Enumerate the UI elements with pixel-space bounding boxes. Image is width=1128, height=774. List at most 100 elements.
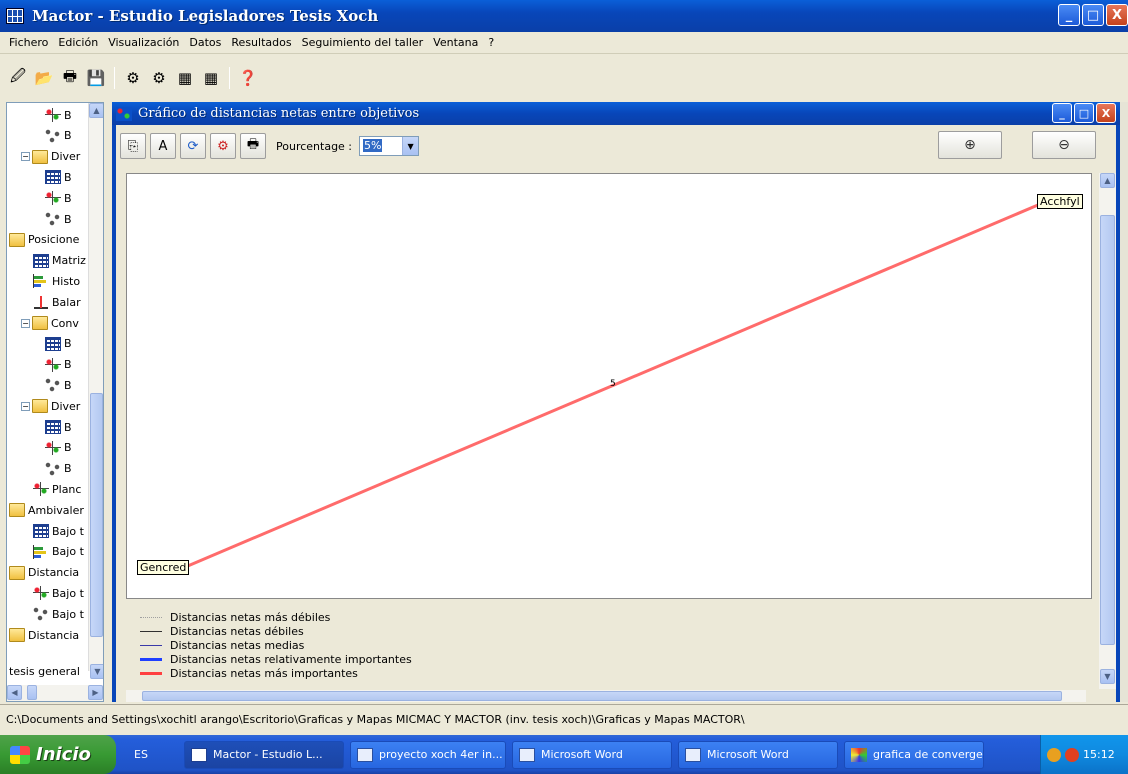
main-vertical-scrollbar[interactable] [1120, 102, 1128, 702]
tree-item[interactable]: − Diver [21, 147, 80, 167]
tree-item[interactable]: B [45, 375, 72, 395]
print-icon[interactable]: 🖶 [60, 67, 80, 88]
child-maximize-button[interactable]: □ [1074, 103, 1094, 123]
chart-vertical-scrollbar[interactable]: ▲ ▼ [1099, 173, 1116, 689]
taskbar-button[interactable]: proyecto xoch 4er in... [350, 740, 506, 769]
close-button[interactable]: X [1106, 4, 1128, 26]
maximize-button[interactable]: □ [1082, 4, 1104, 26]
open-icon[interactable]: 🖉 [8, 67, 28, 88]
tree-item[interactable]: B [45, 334, 72, 354]
scroll-up-button[interactable]: ▲ [89, 103, 103, 118]
taskbar-button[interactable]: Mactor - Estudio L... [184, 740, 344, 769]
tree-item[interactable]: B [45, 438, 72, 458]
tree-hscroll-thumb[interactable] [27, 685, 37, 700]
menu-visualizacion[interactable]: Visualización [103, 36, 184, 49]
menu-ventana[interactable]: Ventana [428, 36, 483, 49]
tree-item[interactable]: B [45, 188, 72, 208]
folder-icon[interactable]: 📂 [34, 68, 54, 88]
menu-help[interactable]: ? [483, 36, 499, 49]
objectives-icon[interactable]: ⚙ [149, 68, 169, 88]
tree-item[interactable]: Bajo t [33, 542, 84, 562]
tree-vertical-scrollbar[interactable]: ▲ [88, 103, 103, 671]
window-titlebar[interactable]: Mactor - Estudio Legisladores Tesis Xoch… [0, 0, 1128, 32]
tree-item[interactable]: − Diver [21, 396, 80, 416]
word-icon [685, 747, 701, 762]
tree-item[interactable]: Histo [33, 271, 80, 291]
project-tree[interactable]: B B − Diver B B B Posicione Matriz Histo Balar − Con… [6, 102, 104, 702]
tree-item[interactable]: Bajo t [33, 604, 84, 624]
legend-label: Distancias netas débiles [170, 625, 304, 638]
copy-icon[interactable]: ⎘ [120, 133, 146, 159]
chart-vscroll-thumb[interactable] [1100, 215, 1115, 645]
tree-item[interactable]: B [45, 105, 72, 125]
child-close-button[interactable]: X [1096, 103, 1116, 123]
tree-item[interactable]: B [45, 459, 72, 479]
minimize-button[interactable]: _ [1058, 4, 1080, 26]
tray-arrow-icon[interactable] [1047, 747, 1061, 762]
tree-horizontal-scrollbar[interactable]: ◀ ▶ [7, 685, 103, 701]
menu-seguimiento[interactable]: Seguimiento del taller [297, 36, 429, 49]
font-icon[interactable]: A [150, 133, 176, 159]
tray-app-icon[interactable] [1065, 747, 1079, 762]
node-label[interactable]: Gencred [137, 560, 190, 575]
menu-resultados[interactable]: Resultados [226, 36, 296, 49]
mactor-app-icon [6, 8, 24, 24]
help-icon[interactable]: ❓ [238, 68, 258, 88]
zoom-out-button[interactable]: ⊖ [1032, 131, 1096, 159]
status-path: C:\Documents and Settings\xochitl arango… [6, 713, 745, 726]
chart-hscroll-thumb[interactable] [142, 691, 1062, 701]
scroll-right-button[interactable]: ▶ [88, 685, 103, 700]
tree-expander-icon[interactable]: − [21, 318, 30, 328]
taskbar-button[interactable]: grafica de converge... [844, 740, 984, 769]
tree-scroll-thumb[interactable] [90, 393, 103, 637]
menu-fichero[interactable]: Fichero [4, 36, 53, 49]
tree-expander-icon[interactable]: − [21, 152, 30, 162]
print-icon[interactable]: 🖶 [240, 133, 266, 159]
tree-item[interactable]: Balar [33, 292, 81, 312]
taskbar-button[interactable]: Microsoft Word [678, 740, 838, 769]
tree-item[interactable]: Bajo t [33, 521, 84, 541]
tree-item[interactable]: Planc [33, 479, 81, 499]
chevron-down-icon[interactable]: ▼ [402, 137, 419, 155]
start-button[interactable]: Inicio [0, 735, 116, 774]
tree-item[interactable]: B [45, 209, 72, 229]
tree-item-label: Planc [52, 482, 82, 496]
chart-scroll-down-button[interactable]: ▼ [1100, 669, 1115, 684]
tree-item[interactable]: B [45, 167, 72, 187]
tree-item[interactable]: Matriz [33, 251, 86, 271]
child-minimize-button[interactable]: _ [1052, 103, 1072, 123]
tree-item[interactable]: Posicione [9, 230, 79, 250]
tree-item[interactable]: Bajo t [33, 583, 84, 603]
zoom-in-button[interactable]: ⊕ [938, 131, 1002, 159]
plane-icon [45, 108, 61, 122]
matrix2-icon[interactable]: ▦ [201, 68, 221, 88]
percent-select[interactable]: 5% ▼ [359, 136, 420, 156]
language-indicator[interactable]: ES [134, 748, 178, 761]
chart-window-titlebar[interactable]: Gráfico de distancias netas entre objeti… [112, 102, 1120, 125]
node-label[interactable]: Acchfyl [1037, 194, 1083, 209]
chart-scroll-up-button[interactable]: ▲ [1100, 173, 1115, 188]
settings-icon[interactable]: ⚙ [210, 133, 236, 159]
tree-item[interactable]: Distancia [9, 563, 79, 583]
refresh-icon[interactable]: ⟳ [180, 133, 206, 159]
taskbar-button[interactable]: Microsoft Word [512, 740, 672, 769]
matrix-icon[interactable]: ▦ [175, 68, 195, 88]
tree-root-item[interactable]: tesis general ▼ [7, 659, 103, 683]
tree-item[interactable]: B [45, 126, 72, 146]
save-icon[interactable]: 💾 [86, 68, 106, 88]
chart-horizontal-scrollbar[interactable] [126, 690, 1086, 702]
tree-item[interactable]: B [45, 417, 72, 437]
tree-item[interactable]: Distancia [9, 625, 79, 645]
menu-edicion[interactable]: Edición [53, 36, 103, 49]
tree-item[interactable]: B [45, 355, 72, 375]
tree-item-label: Histo [52, 274, 81, 288]
tree-expander-icon[interactable]: − [21, 401, 30, 411]
actors-icon[interactable]: ⚙ [123, 68, 143, 88]
scroll-left-button[interactable]: ◀ [7, 685, 22, 700]
legend-swatch [140, 658, 162, 661]
tree-item[interactable]: Ambivaler [9, 500, 84, 520]
tree-item[interactable]: − Conv [21, 313, 79, 333]
tree-item-label: B [64, 378, 72, 392]
menu-datos[interactable]: Datos [184, 36, 226, 49]
scroll-down-button[interactable]: ▼ [90, 664, 103, 679]
